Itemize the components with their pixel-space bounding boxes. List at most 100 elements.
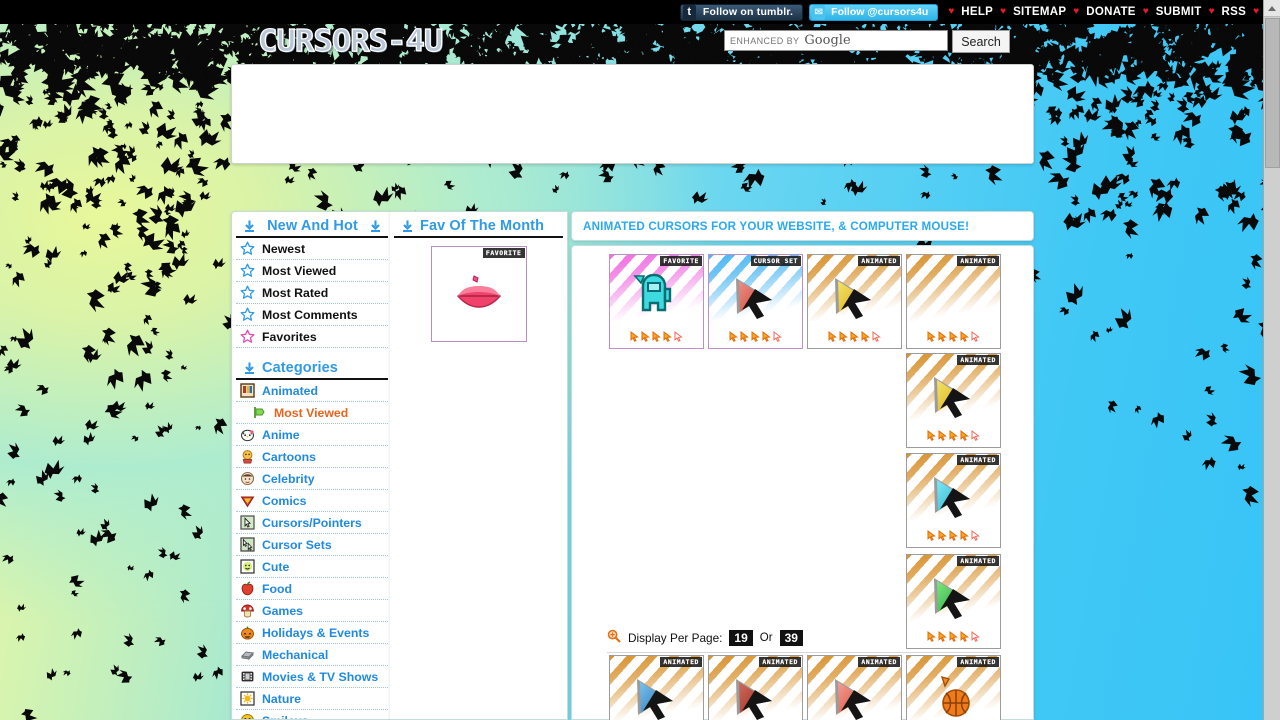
rating-cursor-icon[interactable]	[971, 430, 980, 441]
rating-cursor-icon[interactable]	[949, 631, 958, 642]
topnav-link-help[interactable]: HELP	[954, 6, 1000, 18]
category-item-cursors-pointers[interactable]: Cursors/Pointers	[236, 512, 388, 534]
rating-cursor-icon[interactable]	[762, 331, 771, 342]
rating-cursor-icon[interactable]	[872, 331, 881, 342]
film-reel-icon	[240, 669, 255, 684]
category-item-celebrity[interactable]: Celebrity	[236, 468, 388, 490]
rating-cursor-icon[interactable]	[641, 331, 650, 342]
rating-cursor-icon[interactable]	[960, 331, 969, 342]
magnifier-icon	[607, 629, 621, 646]
rating-cursor-icon[interactable]	[938, 631, 947, 642]
per-page-option-39[interactable]: 39	[779, 629, 803, 646]
rating-cursor-icon[interactable]	[960, 430, 969, 441]
categories-title: Categories	[262, 360, 338, 376]
rating-cursor-icon[interactable]	[949, 331, 958, 342]
rating-cursor-icon[interactable]	[861, 331, 870, 342]
rating-cursors	[907, 530, 1000, 542]
sidebar-item-favorites[interactable]: Favorites	[236, 326, 388, 348]
cursor-art	[907, 470, 1000, 522]
smiley-grin-icon	[240, 713, 255, 719]
rating-cursors	[907, 331, 1000, 343]
heart-separator-icon: ♥	[1253, 6, 1259, 17]
category-item-most-viewed[interactable]: Most Viewed	[236, 402, 388, 424]
search-input[interactable]: ENHANCED BY Google	[724, 30, 948, 51]
scroll-up-arrow-icon[interactable]	[1264, 0, 1280, 17]
category-item-holidays-events[interactable]: Holidays & Events	[236, 622, 388, 644]
category-item-label: Cartoons	[262, 449, 316, 464]
rating-cursor-icon[interactable]	[828, 331, 837, 342]
site-logo[interactable]: CURSORS-4U	[257, 23, 444, 59]
cursor-thumbnail[interactable]: FAVORITE	[609, 254, 704, 349]
sidebar-item-newest[interactable]: Newest	[236, 238, 388, 260]
fav-of-the-month-header: Fav Of The Month	[394, 212, 563, 238]
topnav-link-rss[interactable]: RSS	[1215, 6, 1254, 18]
rating-cursor-icon[interactable]	[971, 631, 980, 642]
category-item-label: Cursor Sets	[262, 537, 332, 552]
rating-cursor-icon[interactable]	[971, 530, 980, 541]
cursor-thumbnail[interactable]: CURSOR SET	[708, 254, 803, 349]
rating-cursor-icon[interactable]	[630, 331, 639, 342]
cursor-thumbnail[interactable]: ANIMATED	[708, 655, 803, 720]
rating-cursor-icon[interactable]	[740, 331, 749, 342]
category-item-smileys[interactable]: Smileys	[236, 710, 388, 719]
rating-cursor-icon[interactable]	[839, 331, 848, 342]
rating-cursor-icon[interactable]	[729, 331, 738, 342]
rating-cursor-icon[interactable]	[751, 331, 760, 342]
category-item-movies-tv-shows[interactable]: Movies & TV Shows	[236, 666, 388, 688]
rating-cursors	[610, 331, 703, 343]
rating-cursor-icon[interactable]	[960, 631, 969, 642]
category-item-cursor-sets[interactable]: Cursor Sets	[236, 534, 388, 556]
topnav-link-sitemap[interactable]: SITEMAP	[1006, 6, 1073, 18]
category-item-anime[interactable]: Anime	[236, 424, 388, 446]
fav-of-the-month-thumbnail[interactable]: FAVORITE	[430, 246, 527, 342]
rating-cursor-icon[interactable]	[652, 331, 661, 342]
category-item-label: Cute	[262, 559, 290, 574]
rating-cursor-icon[interactable]	[938, 331, 947, 342]
rating-cursor-icon[interactable]	[850, 331, 859, 342]
category-item-comics[interactable]: Comics	[236, 490, 388, 512]
cursor-thumbnail[interactable]: ANIMATED	[906, 453, 1001, 548]
sidebar-item-most-viewed[interactable]: Most Viewed	[236, 260, 388, 282]
rating-cursor-icon[interactable]	[663, 331, 672, 342]
follow-twitter-button[interactable]: ✉ Follow @cursors4u	[809, 3, 939, 21]
category-item-mechanical[interactable]: Mechanical	[236, 644, 388, 666]
category-item-nature[interactable]: Nature	[236, 688, 388, 710]
rating-cursor-icon[interactable]	[949, 430, 958, 441]
topnav-link-submit[interactable]: SUBMIT	[1149, 6, 1209, 18]
sidebar-item-most-comments[interactable]: Most Comments	[236, 304, 388, 326]
rating-cursor-icon[interactable]	[971, 331, 980, 342]
per-page-option-19[interactable]: 19	[729, 629, 753, 646]
rating-cursors	[709, 331, 802, 343]
browser-scrollbar[interactable]	[1263, 0, 1280, 720]
cursor-thumbnail[interactable]: ANIMATED	[906, 254, 1001, 349]
cursor-thumbnail[interactable]: ANIMATED	[807, 254, 902, 349]
rating-cursor-icon[interactable]	[927, 331, 936, 342]
rating-cursor-icon[interactable]	[674, 331, 683, 342]
cursor-thumbnail[interactable]: ANIMATED	[807, 655, 902, 720]
category-item-cute[interactable]: Cute	[236, 556, 388, 578]
category-item-games[interactable]: Games	[236, 600, 388, 622]
rating-cursor-icon[interactable]	[938, 530, 947, 541]
cursor-thumbnail[interactable]: ANIMATED	[906, 353, 1001, 448]
follow-tumblr-button[interactable]: t Follow on tumblr.	[679, 3, 804, 21]
topnav-link-donate[interactable]: DONATE	[1079, 6, 1143, 18]
rating-cursor-icon[interactable]	[927, 530, 936, 541]
rating-cursor-icon[interactable]	[927, 631, 936, 642]
new-and-hot-title: New And Hot	[267, 218, 358, 234]
sidebar-item-most-rated[interactable]: Most Rated	[236, 282, 388, 304]
category-item-food[interactable]: Food	[236, 578, 388, 600]
rating-cursor-icon[interactable]	[773, 331, 782, 342]
cursor-thumbnail[interactable]: ANIMATED	[906, 554, 1001, 649]
scrollbar-thumb[interactable]	[1265, 18, 1280, 168]
rating-cursor-icon[interactable]	[927, 430, 936, 441]
rating-cursor-icon[interactable]	[938, 430, 947, 441]
amongus-cursor-art	[632, 273, 671, 312]
cursor-thumbnail[interactable]: ANIMATED	[906, 655, 1001, 720]
category-item-animated[interactable]: Animated	[236, 380, 388, 402]
category-item-cartoons[interactable]: Cartoons	[236, 446, 388, 468]
rating-cursor-icon[interactable]	[949, 530, 958, 541]
search-button[interactable]: Search	[952, 30, 1010, 53]
cursor-thumbnail[interactable]: ANIMATED	[609, 655, 704, 720]
rating-cursor-icon[interactable]	[960, 530, 969, 541]
category-item-label: Mechanical	[262, 647, 329, 662]
